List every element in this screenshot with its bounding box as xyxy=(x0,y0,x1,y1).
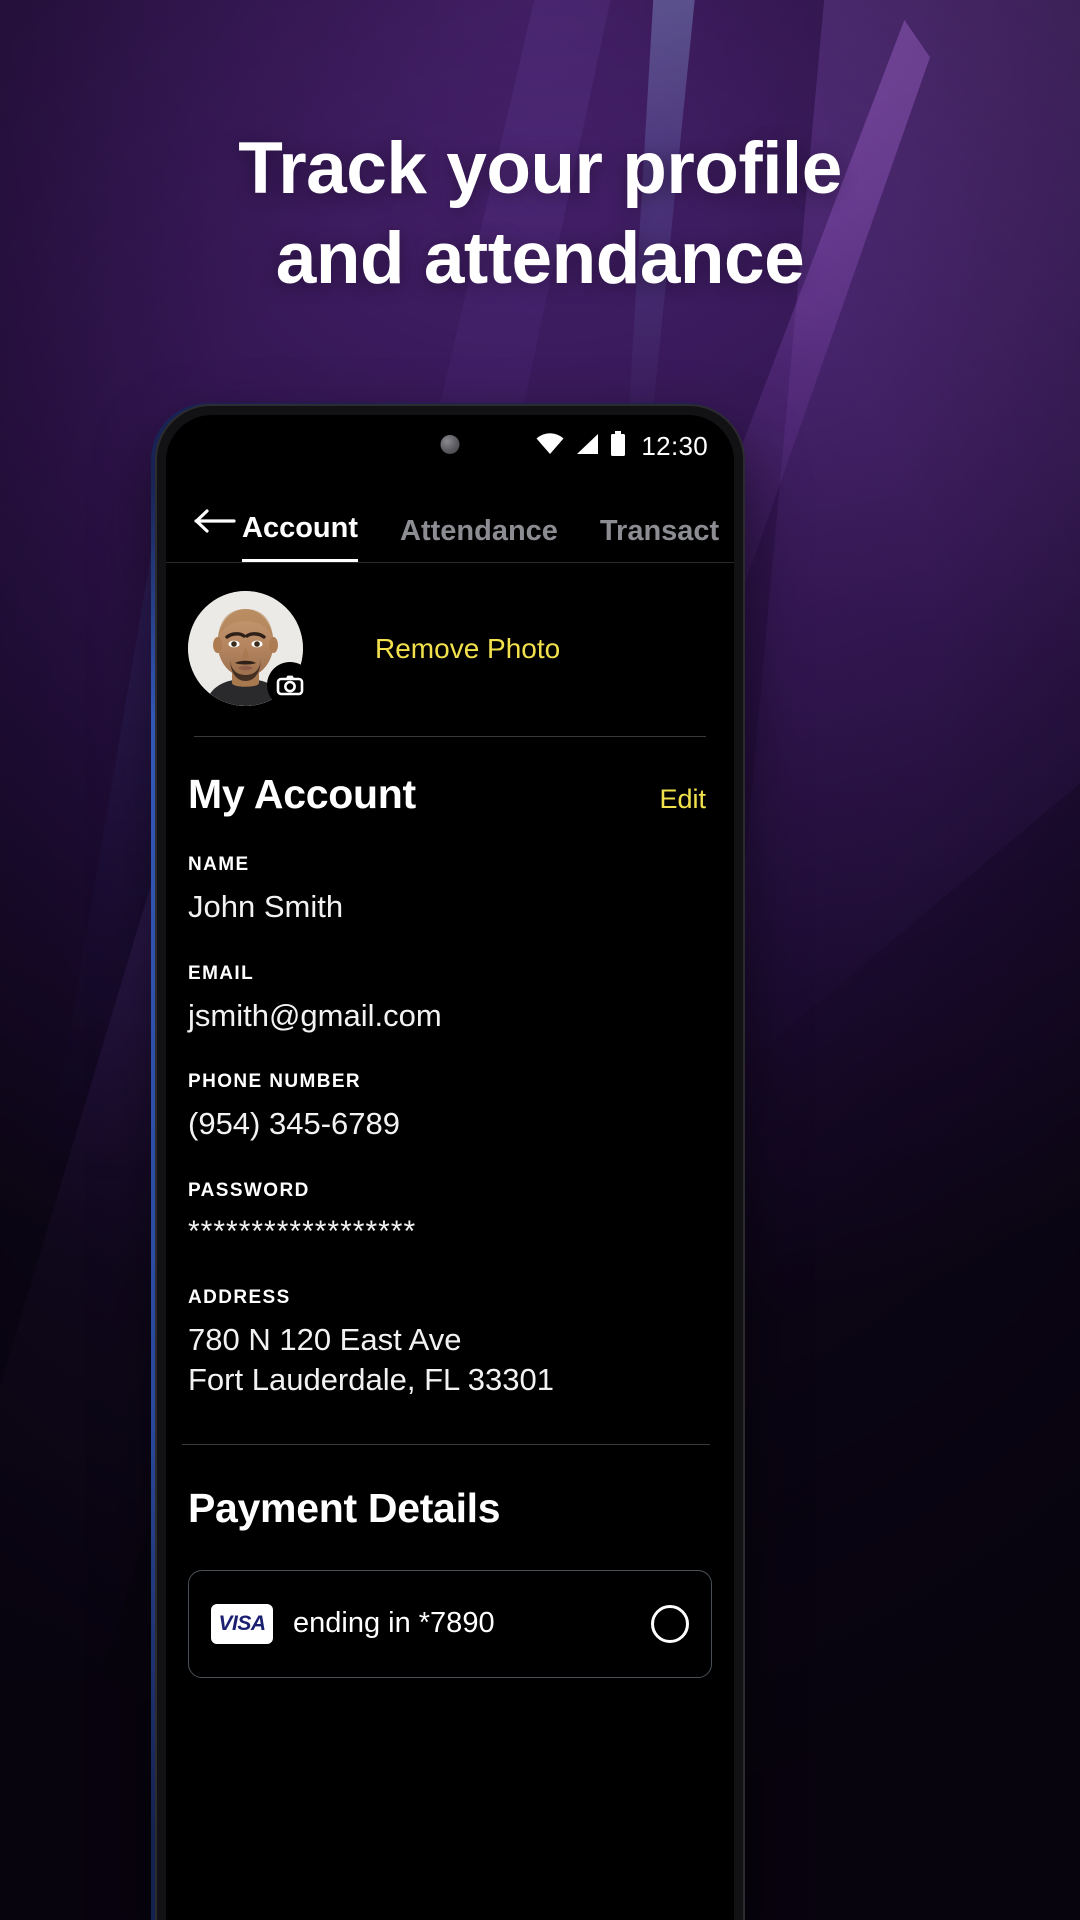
payment-section: Payment Details VISA ending in *7890 xyxy=(166,1445,734,1678)
account-section: My Account Edit NAME John Smith EMAIL js… xyxy=(166,737,734,1400)
field-label: PHONE NUMBER xyxy=(188,1071,362,1093)
field-value: jsmith@gmail.com xyxy=(188,997,442,1033)
tab-list: Account Attendance Transact xyxy=(242,512,734,562)
headline-line-2: and attendance xyxy=(275,217,805,299)
avatar-wrapper[interactable] xyxy=(188,591,313,708)
field-password: PASSWORD ****************** xyxy=(188,1180,712,1251)
headline-line-1: Track your profile xyxy=(238,128,842,209)
field-label: PASSWORD xyxy=(188,1180,310,1202)
field-label: ADDRESS xyxy=(188,1287,291,1309)
card-select-radio[interactable] xyxy=(651,1604,689,1643)
phone-screen: 12:30 Account Attendance Transact Remove… xyxy=(166,415,734,1920)
promo-headline: Track your profile and attendance xyxy=(0,124,1080,304)
top-navigation-bar: Account Attendance Transact xyxy=(166,477,734,563)
tab-transactions[interactable]: Transact xyxy=(600,515,719,562)
field-email: EMAIL jsmith@gmail.com xyxy=(188,963,712,1036)
remove-photo-button[interactable]: Remove Photo xyxy=(375,633,560,665)
battery-icon xyxy=(609,430,627,462)
field-value: 780 N 120 East Ave Fort Lauderdale, FL 3… xyxy=(188,1320,712,1399)
edit-button[interactable]: Edit xyxy=(659,784,706,815)
field-name: NAME John Smith xyxy=(188,854,712,927)
front-camera-punchhole xyxy=(440,435,460,454)
payment-details-title: Payment Details xyxy=(188,1484,501,1531)
field-phone-number: PHONE NUMBER (954) 345-6789 xyxy=(188,1071,712,1144)
status-bar-time: 12:30 xyxy=(641,430,708,461)
address-line-2: Fort Lauderdale, FL 33301 xyxy=(188,1362,554,1398)
wifi-icon xyxy=(535,432,565,461)
profile-photo-row: Remove Photo xyxy=(166,563,734,736)
field-label: EMAIL xyxy=(188,962,255,984)
field-address: ADDRESS 780 N 120 East Ave Fort Lauderda… xyxy=(188,1287,712,1399)
payment-card-row[interactable]: VISA ending in *7890 xyxy=(188,1569,712,1678)
phone-mockup: 12:30 Account Attendance Transact Remove… xyxy=(151,406,743,1920)
signal-icon xyxy=(574,432,600,461)
tab-attendance[interactable]: Attendance xyxy=(400,515,558,562)
tab-account[interactable]: Account xyxy=(242,512,358,562)
page-title: My Account xyxy=(188,771,416,817)
status-bar: 12:30 xyxy=(166,415,734,477)
field-value: John Smith xyxy=(188,889,344,924)
visa-logo-icon: VISA xyxy=(211,1603,273,1644)
field-label: NAME xyxy=(188,854,250,875)
camera-icon[interactable] xyxy=(267,662,313,708)
visa-label: VISA xyxy=(218,1611,266,1635)
account-section-header: My Account Edit xyxy=(188,737,712,818)
back-arrow-icon[interactable] xyxy=(188,494,242,548)
field-value: (954) 345-6789 xyxy=(188,1106,400,1142)
field-value: ****************** xyxy=(188,1215,417,1249)
card-description: ending in *7890 xyxy=(293,1607,495,1640)
address-line-1: 780 N 120 East Ave xyxy=(188,1322,462,1358)
